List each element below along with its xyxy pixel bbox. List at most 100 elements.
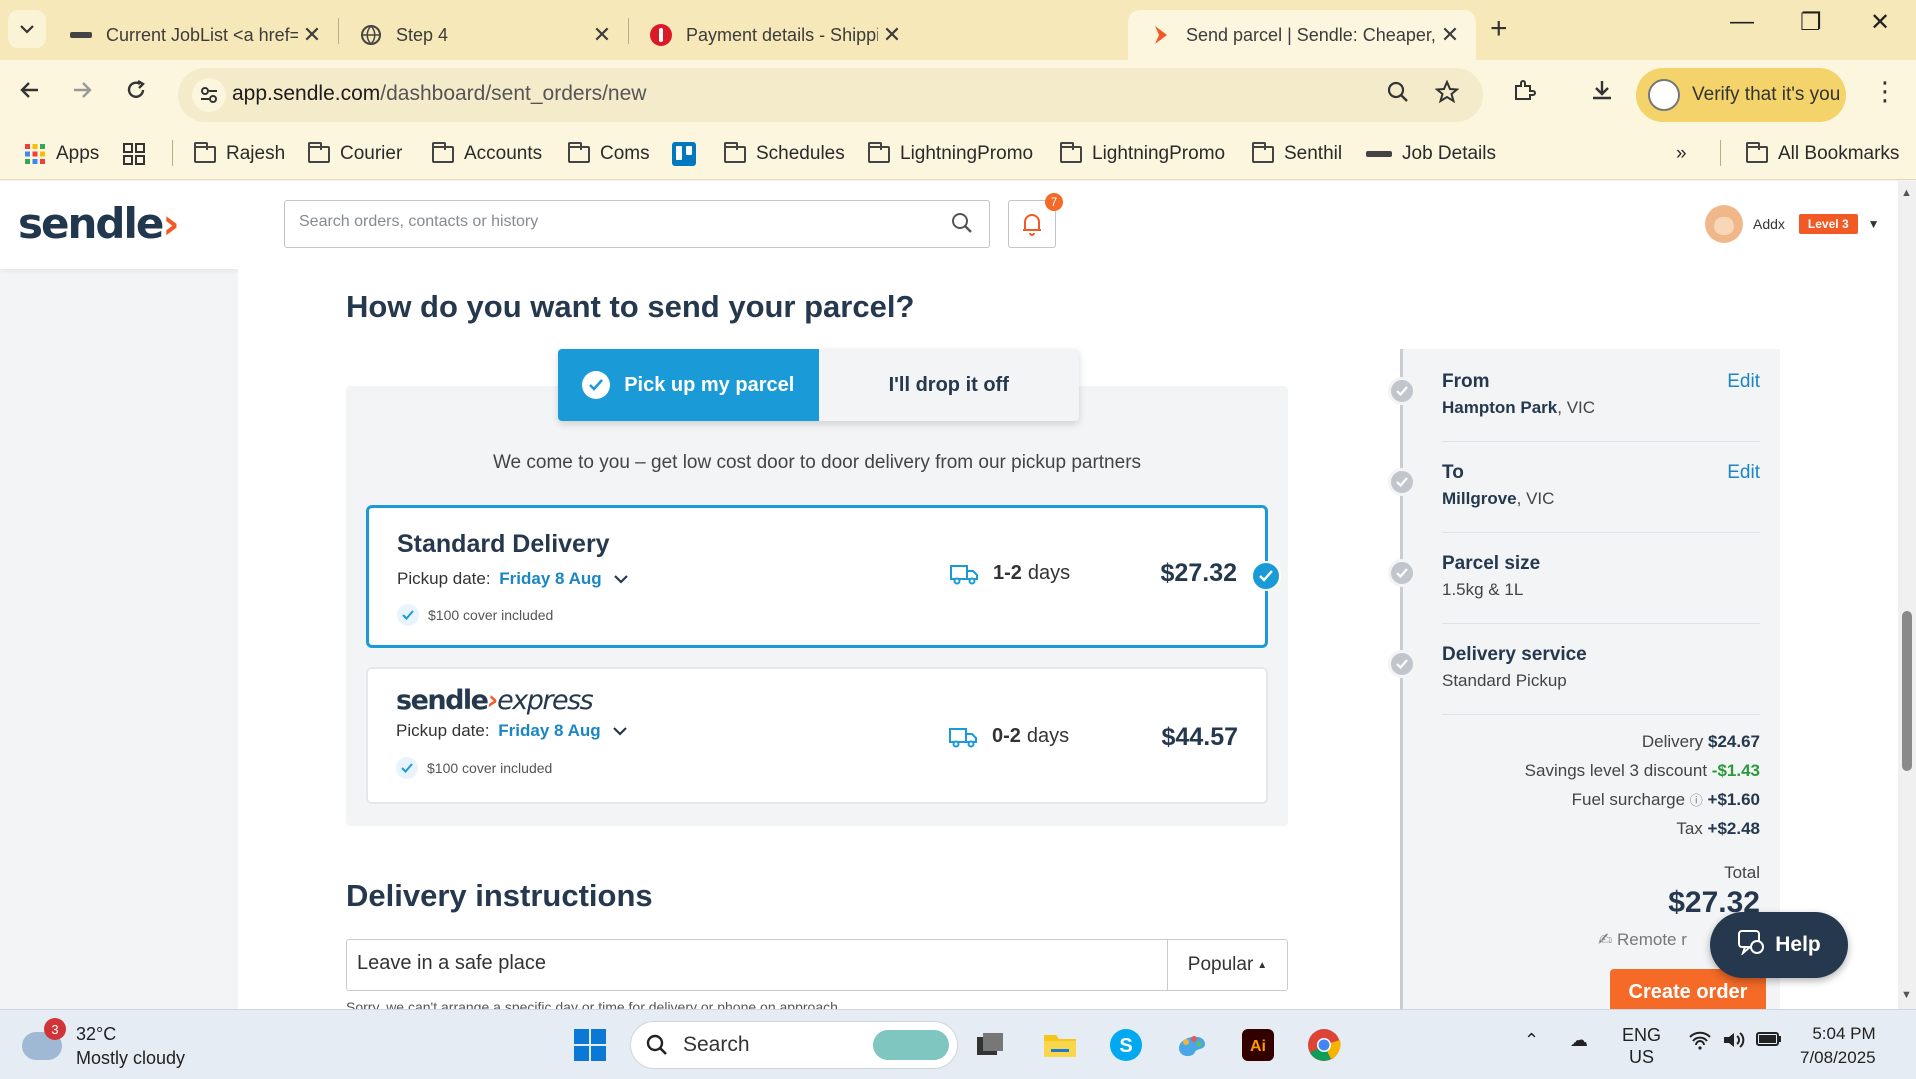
page-scrollbar[interactable]: ▲ ▼	[1898, 181, 1916, 1009]
scroll-up-icon[interactable]: ▲	[1901, 187, 1912, 199]
tab-groups-icon[interactable]	[122, 139, 146, 169]
new-tab-button[interactable]: +	[1490, 12, 1508, 46]
minimize-button[interactable]: —	[1730, 8, 1754, 36]
bookmark-job-details[interactable]: Job Details	[1366, 139, 1496, 169]
reload-button[interactable]	[124, 78, 148, 109]
delivery-instructions-input[interactable]	[357, 952, 1157, 975]
standard-delivery-option[interactable]: Standard Delivery Pickup date: Friday 8 …	[366, 505, 1281, 648]
taskbar-search[interactable]: Search	[630, 1021, 958, 1069]
tab-step-4[interactable]: Step 4 ✕	[338, 10, 628, 60]
reload-icon	[127, 79, 145, 98]
bookmark-lightningpromo-1[interactable]: LightningPromo	[868, 139, 1033, 169]
info-icon[interactable]: ⓘ	[1690, 793, 1703, 808]
pickup-option-button[interactable]: Pick up my parcel	[558, 349, 819, 421]
forward-button[interactable]	[70, 78, 94, 109]
express-delivery-option[interactable]: sendle›express Pickup date: Friday 8 Aug…	[366, 667, 1268, 804]
bookmark-courier[interactable]: Courier	[308, 139, 402, 169]
search-input[interactable]	[299, 213, 899, 231]
bookmark-accounts[interactable]: Accounts	[432, 139, 542, 169]
lang-primary: ENG	[1622, 1025, 1662, 1045]
logo-text: sendle	[18, 199, 164, 248]
tab-joblist[interactable]: Current JobList <a href="https:/ ✕	[48, 10, 338, 60]
pickup-date-dropdown[interactable]: Friday 8 Aug	[499, 569, 629, 588]
popular-dropdown[interactable]: Popular ▲	[1167, 940, 1287, 990]
bookmark-senthil[interactable]: Senthil	[1252, 139, 1342, 169]
bookmark-star-icon[interactable]	[1434, 79, 1460, 111]
divider	[1442, 532, 1760, 533]
back-button[interactable]	[18, 78, 42, 109]
task-view-icon[interactable]	[970, 1025, 1010, 1065]
close-window-button[interactable]: ✕	[1870, 8, 1890, 37]
show-hidden-icons[interactable]: ⌃	[1524, 1030, 1539, 1051]
cost-value: $24.67	[1708, 732, 1760, 751]
days-suffix: days	[1027, 562, 1071, 584]
summary-label: Parcel size	[1442, 553, 1541, 574]
search-box[interactable]	[284, 200, 990, 248]
dropoff-option-label: I'll drop it off	[888, 373, 1009, 396]
omnibox[interactable]: app.sendle.com/dashboard/sent_orders/new	[178, 68, 1483, 122]
user-menu[interactable]: Addx Level 3 ▼	[1705, 204, 1880, 244]
cost-label: Savings level 3 discount	[1524, 761, 1708, 780]
edit-from-link[interactable]: Edit	[1727, 371, 1760, 393]
paint-icon[interactable]	[1172, 1025, 1212, 1065]
bookmark-lightningpromo-2[interactable]: LightningPromo	[1060, 139, 1225, 169]
tab-search-button[interactable]	[8, 10, 46, 48]
windows-start-icon[interactable]	[570, 1025, 610, 1065]
close-tab-icon[interactable]: ✕	[1436, 22, 1464, 48]
wifi-icon[interactable]	[1688, 1030, 1712, 1055]
send-mode-toggle: Pick up my parcel I'll drop it off	[558, 349, 1079, 421]
folder-icon	[568, 141, 590, 163]
bookmark-coms[interactable]: Coms	[568, 139, 650, 169]
summary-label: Delivery service	[1442, 644, 1587, 665]
bookmark-rajesh[interactable]: Rajesh	[194, 139, 285, 169]
edit-to-link[interactable]: Edit	[1727, 462, 1760, 484]
svg-text:S: S	[1119, 1035, 1132, 1057]
help-button[interactable]: Help	[1710, 912, 1848, 978]
taskbar-search-label: Search	[683, 1033, 750, 1056]
onedrive-icon[interactable]: ☁	[1570, 1030, 1588, 1051]
more-bookmarks-icon[interactable]: »	[1676, 139, 1687, 169]
battery-icon[interactable]	[1756, 1030, 1782, 1053]
profile-verify-button[interactable]: Verify that it's you	[1636, 68, 1846, 122]
help-label: Help	[1775, 933, 1821, 956]
browser-menu-icon[interactable]: ⋮	[1872, 76, 1898, 107]
url-text[interactable]: app.sendle.com/dashboard/sent_orders/new	[232, 82, 646, 106]
total-label: Total	[1724, 863, 1760, 882]
tab-send-parcel[interactable]: Send parcel | Sendle: Cheaper, s ✕	[1128, 10, 1476, 60]
bookmark-apps[interactable]: Apps	[24, 139, 99, 169]
check-circle-icon	[1388, 468, 1416, 496]
summary-value-rest: , VIC	[1557, 398, 1596, 417]
check-icon	[397, 604, 419, 626]
close-tab-icon[interactable]: ✕	[878, 22, 906, 48]
sendle-favicon-icon	[1150, 24, 1172, 46]
bookmark-label: Senthil	[1284, 143, 1343, 164]
system-clock[interactable]: 5:04 PM 7/08/2025	[1800, 1022, 1876, 1070]
restore-button[interactable]: ❐	[1800, 8, 1822, 37]
chrome-icon[interactable]	[1304, 1025, 1344, 1065]
bookmark-label: Schedules	[756, 143, 845, 164]
language-indicator[interactable]: ENG US	[1622, 1024, 1661, 1068]
close-tab-icon[interactable]: ✕	[298, 22, 326, 48]
bookmark-label: LightningPromo	[1092, 143, 1226, 164]
close-tab-icon[interactable]: ✕	[588, 22, 616, 48]
weather-widget[interactable]: 3 32°C Mostly cloudy	[22, 1018, 185, 1070]
bookmark-schedules[interactable]: Schedules	[724, 139, 845, 169]
sendle-logo[interactable]: sendle›	[18, 199, 180, 248]
file-explorer-icon[interactable]	[1040, 1025, 1080, 1065]
volume-icon[interactable]	[1722, 1030, 1746, 1055]
zoom-icon[interactable]	[1386, 80, 1410, 111]
trello-icon[interactable]	[672, 139, 696, 169]
site-info-button[interactable]	[192, 78, 226, 112]
pickup-date-dropdown[interactable]: Friday 8 Aug	[498, 721, 628, 740]
extensions-icon[interactable]	[1512, 78, 1536, 109]
dropoff-option-button[interactable]: I'll drop it off	[819, 349, 1080, 421]
download-icon[interactable]	[1590, 78, 1614, 109]
all-bookmarks[interactable]: All Bookmarks	[1746, 139, 1899, 169]
scrollbar-thumb[interactable]	[1902, 611, 1912, 771]
skype-icon[interactable]: S	[1106, 1025, 1146, 1065]
notifications-button[interactable]: 7	[1008, 193, 1063, 248]
tab-payment-details[interactable]: Payment details - Shipping - My ✕	[628, 10, 918, 60]
search-icon[interactable]	[951, 212, 973, 239]
illustrator-icon[interactable]: Ai	[1238, 1025, 1278, 1065]
scroll-down-icon[interactable]: ▼	[1901, 989, 1912, 1001]
